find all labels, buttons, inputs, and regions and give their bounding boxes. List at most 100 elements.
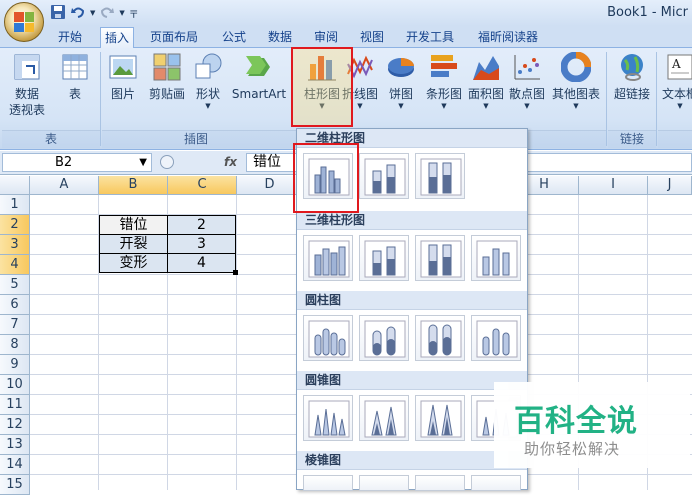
bar-chart-button[interactable]: 条形图 ▼ [422, 52, 466, 110]
other-charts-button[interactable]: 其他图表 ▼ [550, 51, 602, 110]
cell-c4[interactable]: 4 [167, 253, 236, 273]
tab-data[interactable]: 数据 [264, 27, 296, 48]
column-header-i[interactable]: I [579, 176, 648, 195]
row-header[interactable]: 5 [0, 275, 30, 295]
column-header-j[interactable]: J [648, 176, 692, 195]
row-header[interactable]: 8 [0, 335, 30, 355]
shapes-dropdown-icon: ▼ [205, 102, 211, 110]
smartart-button[interactable]: SmartArt [230, 52, 288, 102]
text-box-button[interactable]: A 文本框 ▼ [660, 52, 692, 110]
pie-chart-icon [386, 52, 416, 82]
row-header[interactable]: 3 [0, 235, 30, 255]
row-header[interactable]: 2 [0, 215, 30, 235]
row-header[interactable]: 13 [0, 435, 30, 455]
cell-b3[interactable]: 开裂 [99, 234, 168, 254]
3d-cylinder-option[interactable] [471, 315, 521, 361]
percent-stacked-column-option[interactable] [415, 153, 465, 199]
stacked-cone-option[interactable] [359, 395, 409, 441]
formula-bar-expand-icon[interactable] [160, 155, 174, 169]
hyperlink-label: 超链接 [613, 87, 650, 101]
3d-clustered-column-option[interactable] [303, 235, 353, 281]
shapes-icon [193, 52, 223, 82]
column-header-c[interactable]: C [168, 176, 237, 195]
clustered-cone-option[interactable] [303, 395, 353, 441]
row-header[interactable]: 12 [0, 415, 30, 435]
fill-handle[interactable] [233, 270, 238, 275]
row-header[interactable]: 11 [0, 395, 30, 415]
picture-button[interactable]: 图片 [106, 52, 140, 102]
tab-developer[interactable]: 开发工具 [402, 27, 458, 48]
row-header[interactable]: 14 [0, 455, 30, 475]
cell-b4[interactable]: 变形 [99, 253, 168, 273]
hyperlink-button[interactable]: 超链接 [610, 52, 654, 102]
percent-stacked-cone-option[interactable] [415, 395, 465, 441]
area-chart-label: 面积图 [467, 87, 504, 101]
pivot-table-button[interactable]: 数据 透视表 [4, 52, 50, 118]
shapes-label: 形状 [195, 87, 220, 101]
clip-art-label: 剪贴画 [148, 87, 185, 101]
insert-function-icon[interactable]: fx [224, 155, 237, 169]
clip-art-icon [152, 52, 182, 82]
row-header[interactable]: 15 [0, 475, 30, 495]
row-header[interactable]: 10 [0, 375, 30, 395]
stacked-column-option[interactable] [359, 153, 409, 199]
column-header-a[interactable]: A [30, 176, 99, 195]
cell-c3[interactable]: 3 [167, 234, 236, 254]
tab-foxit-reader[interactable]: 福昕阅读器 [474, 27, 542, 48]
stacked-pyramid-option[interactable] [359, 475, 409, 491]
quick-access-toolbar: ▼ ▼ 〒 [50, 4, 139, 22]
scatter-chart-button[interactable]: 散点图 ▼ [506, 52, 548, 110]
tab-page-layout[interactable]: 页面布局 [146, 27, 202, 48]
tab-insert[interactable]: 插入 [100, 27, 135, 48]
cell-b2[interactable]: 错位 [99, 215, 168, 235]
select-all-corner[interactable] [0, 176, 30, 195]
percent-stacked-cylinder-option[interactable] [415, 315, 465, 361]
redo-icon[interactable] [99, 4, 115, 23]
text-box-label: 文本框 [661, 87, 692, 101]
column-header-b[interactable]: B [99, 176, 168, 195]
hyperlink-globe-icon [617, 52, 647, 82]
row-header[interactable]: 1 [0, 195, 30, 215]
undo-dropdown-icon[interactable]: ▼ [90, 9, 95, 17]
tab-home[interactable]: 开始 [54, 27, 86, 48]
3d-column-option[interactable] [471, 235, 521, 281]
office-button[interactable] [4, 2, 44, 42]
pivot-table-label-line2: 透视表 [8, 103, 45, 117]
area-chart-button[interactable]: 面积图 ▼ [466, 52, 506, 110]
pivot-table-icon [12, 52, 42, 82]
title-bar: ▼ ▼ 〒 Book1 - Micr [0, 0, 692, 26]
3d-pyramid-option[interactable] [471, 475, 521, 491]
line-chart-dropdown-icon: ▼ [357, 102, 363, 110]
row-header[interactable]: 7 [0, 315, 30, 335]
tab-review[interactable]: 审阅 [310, 27, 342, 48]
pie-chart-button[interactable]: 饼图 ▼ [384, 52, 418, 110]
row-header[interactable]: 6 [0, 295, 30, 315]
3d-stacked-column-option[interactable] [359, 235, 409, 281]
name-box[interactable]: B2 ▼ [2, 153, 152, 172]
clustered-pyramid-option[interactable] [303, 475, 353, 491]
percent-stacked-pyramid-option[interactable] [415, 475, 465, 491]
shapes-button[interactable]: 形状 ▼ [192, 52, 224, 110]
clustered-cylinder-option[interactable] [303, 315, 353, 361]
table-button[interactable]: 表 [58, 52, 92, 102]
3d-percent-stacked-column-option[interactable] [415, 235, 465, 281]
smartart-label: SmartArt [231, 87, 287, 101]
customize-qat-icon[interactable]: 〒 [129, 6, 139, 21]
watermark-subtitle: 助你轻松解决 [524, 440, 621, 458]
redo-dropdown-icon[interactable]: ▼ [119, 9, 124, 17]
save-icon[interactable] [50, 4, 66, 23]
undo-icon[interactable] [70, 4, 86, 23]
table-label: 表 [68, 87, 81, 101]
tab-view[interactable]: 视图 [356, 27, 388, 48]
cell-c2[interactable]: 2 [167, 215, 236, 235]
watermark-title: 百科全说 [514, 404, 638, 439]
stacked-cylinder-option[interactable] [359, 315, 409, 361]
scatter-chart-icon [512, 52, 542, 82]
row-header[interactable]: 4 [0, 255, 30, 275]
scatter-chart-dropdown-icon: ▼ [524, 102, 530, 110]
separator [100, 52, 101, 146]
row-header[interactable]: 9 [0, 355, 30, 375]
tab-formulas[interactable]: 公式 [218, 27, 250, 48]
name-box-dropdown-icon[interactable]: ▼ [139, 154, 147, 171]
clip-art-button[interactable]: 剪贴画 [146, 52, 188, 102]
